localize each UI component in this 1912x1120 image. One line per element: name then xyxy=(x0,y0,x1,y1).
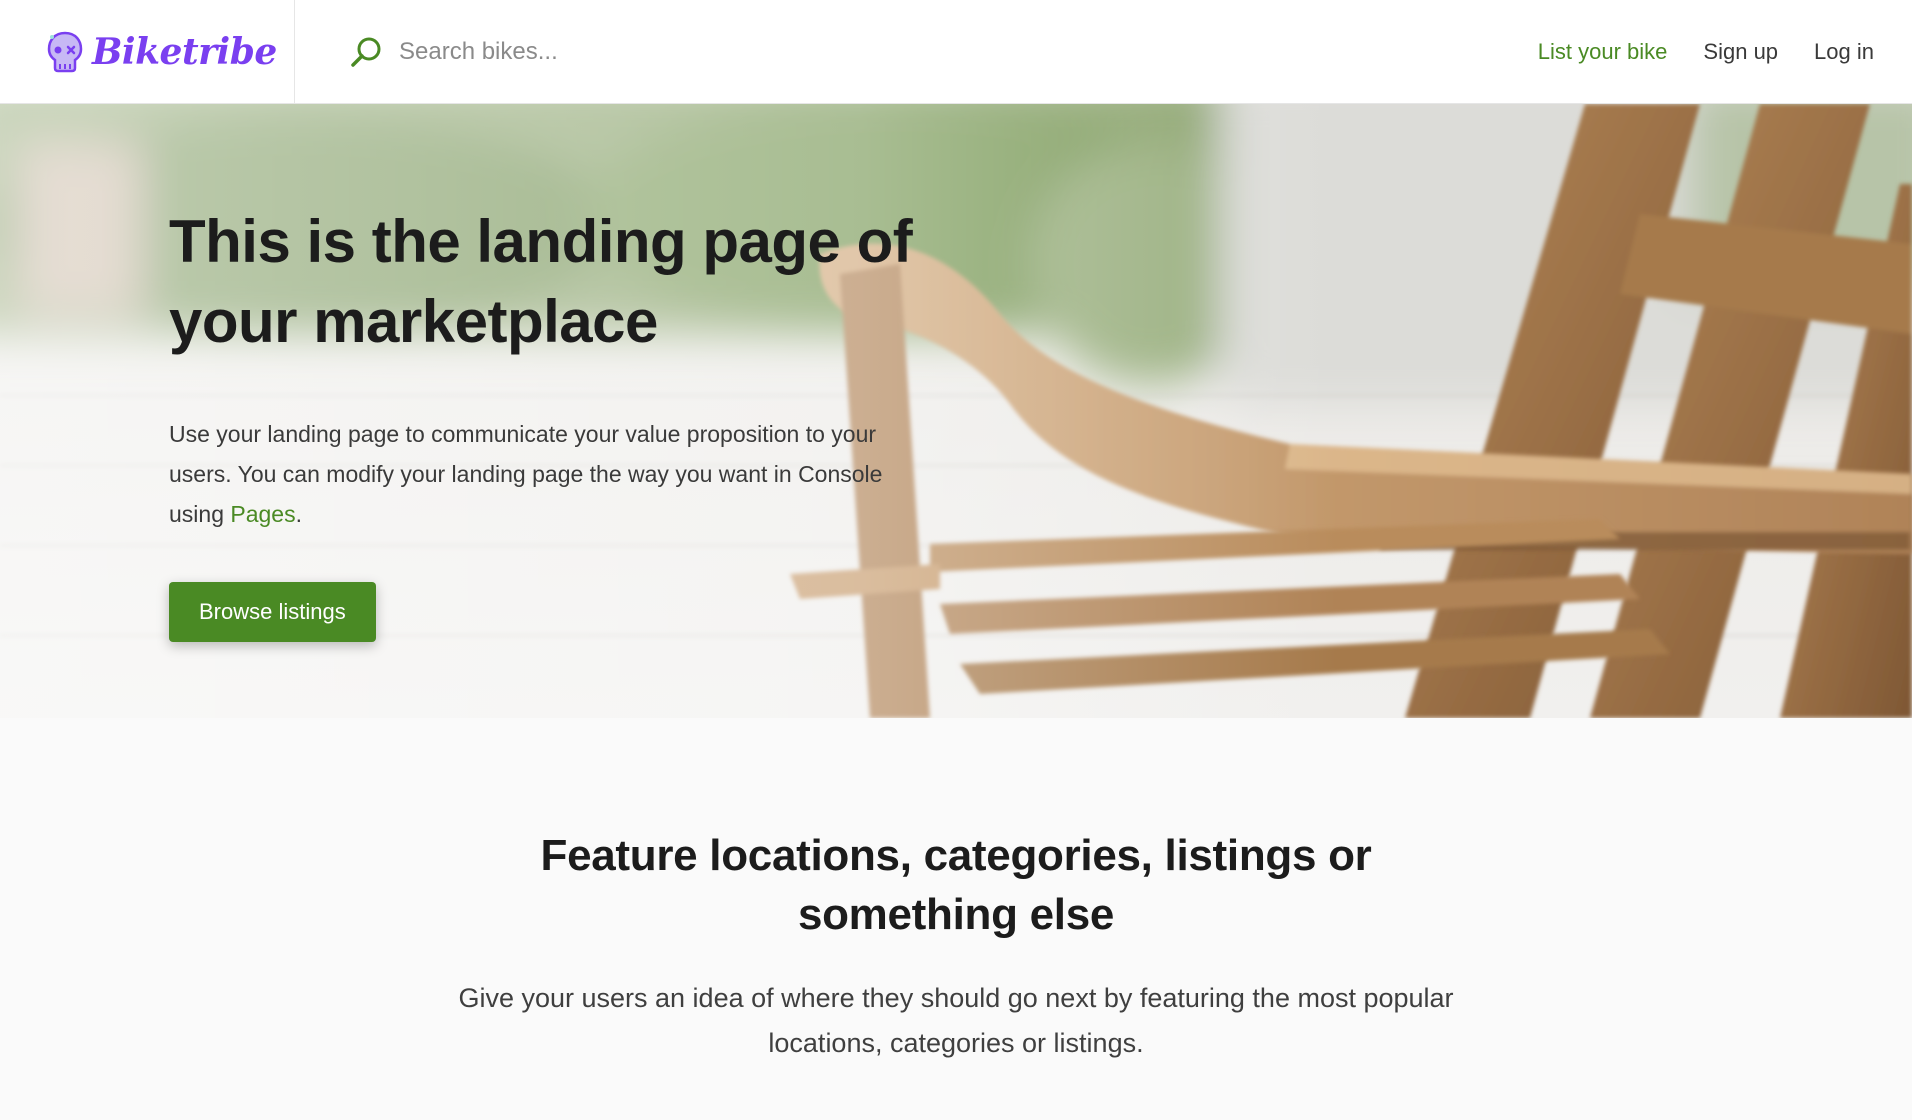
feature-description: Give your users an idea of where they sh… xyxy=(458,983,1454,1058)
browse-listings-button[interactable]: Browse listings xyxy=(169,582,376,642)
hero-description-end: . xyxy=(295,501,302,527)
search-bar xyxy=(295,0,1538,104)
top-nav: List your bike Sign up Log in xyxy=(1538,39,1912,65)
pages-link[interactable]: Pages xyxy=(230,501,295,527)
skull-icon xyxy=(47,31,83,72)
hero-content: This is the landing page of your marketp… xyxy=(169,202,929,642)
search-icon[interactable] xyxy=(349,35,383,69)
log-in-link[interactable]: Log in xyxy=(1814,39,1874,65)
list-your-bike-link[interactable]: List your bike xyxy=(1538,39,1668,65)
hero-section: This is the landing page of your marketp… xyxy=(0,104,1912,718)
feature-title: Feature locations, categories, listings … xyxy=(540,831,1372,939)
search-input[interactable] xyxy=(399,37,919,66)
hero-description: Use your landing page to communicate you… xyxy=(169,414,909,534)
logo-link[interactable]: Biketribe xyxy=(0,0,295,104)
hero-title: This is the landing page of your marketp… xyxy=(169,208,913,355)
feature-section: Feature locations, categories, listings … xyxy=(0,718,1912,1120)
sign-up-link[interactable]: Sign up xyxy=(1703,39,1778,65)
top-bar: Biketribe List your bike Sign up Log in xyxy=(0,0,1912,104)
brand-name: Biketribe xyxy=(92,30,277,73)
